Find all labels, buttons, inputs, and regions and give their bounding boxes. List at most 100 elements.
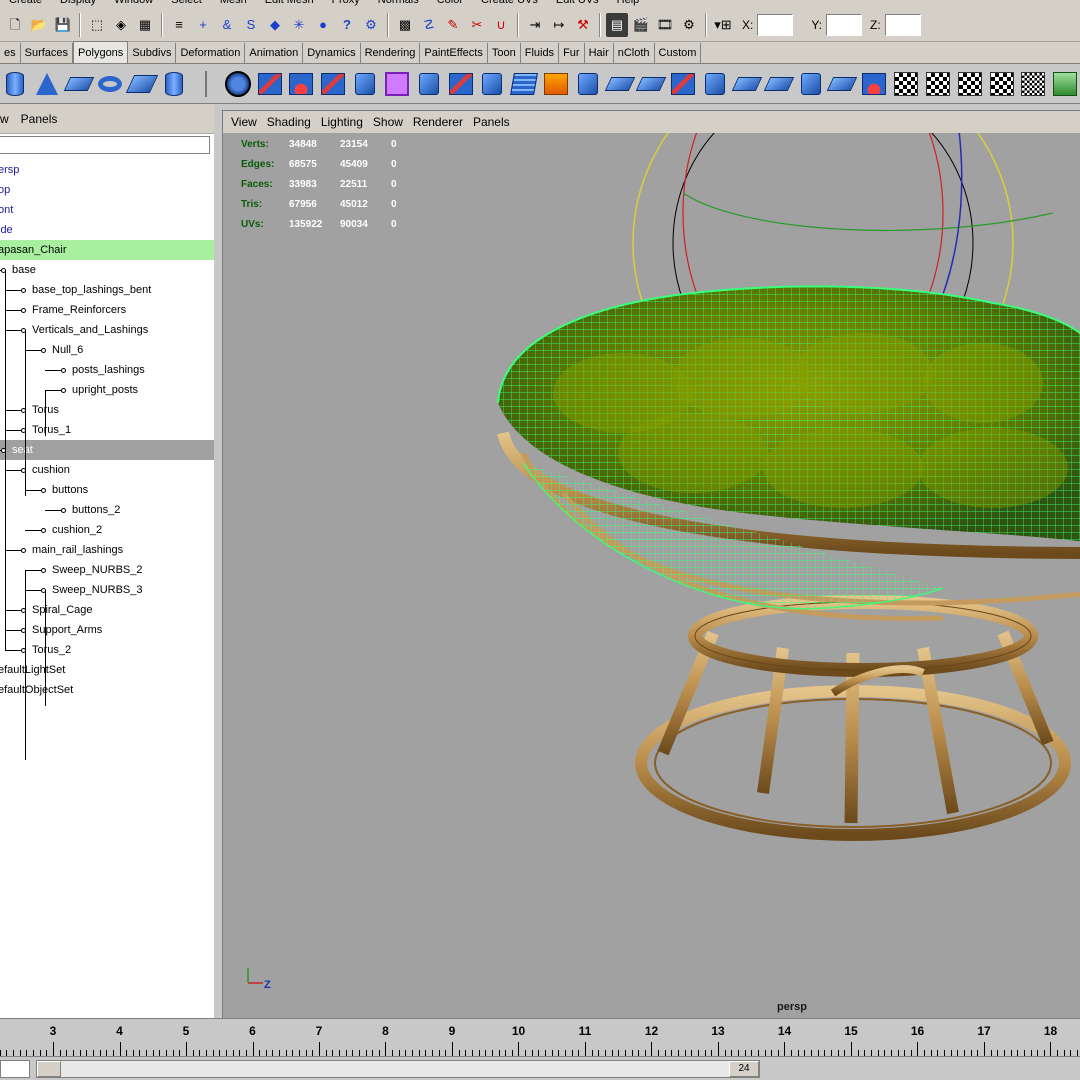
curve-mask-icon[interactable]: S: [240, 13, 262, 37]
range-handle-right[interactable]: 24: [729, 1061, 759, 1077]
poly-plane-icon[interactable]: [63, 68, 94, 100]
dynamics-mask-icon[interactable]: ●: [312, 13, 334, 37]
shelf-tab-fluids[interactable]: Fluids: [521, 43, 560, 63]
split-polygon-icon[interactable]: [446, 68, 476, 100]
ipr-render-icon[interactable]: 🎞: [654, 13, 676, 37]
poly-cone-icon[interactable]: [32, 68, 62, 100]
open-scene-icon[interactable]: 📂: [28, 13, 50, 37]
wedge-icon[interactable]: [636, 68, 667, 100]
poly-pipe-icon[interactable]: [159, 68, 189, 100]
shelf-tab-deformation[interactable]: Deformation: [176, 43, 246, 63]
menu-item-mesh[interactable]: Mesh: [211, 0, 256, 8]
render-mask-icon[interactable]: ⚙: [360, 13, 382, 37]
menu-item-proxy[interactable]: Proxy: [323, 0, 369, 8]
select-by-object-icon[interactable]: ◈: [110, 13, 132, 37]
viewport-menu-show[interactable]: Show: [373, 115, 403, 129]
poke-icon[interactable]: [668, 68, 698, 100]
output-connections-icon[interactable]: ↦: [548, 13, 570, 37]
outliner-item[interactable]: Torus_1: [0, 420, 214, 440]
render-settings-icon[interactable]: ⚙: [678, 13, 700, 37]
subdivide-icon[interactable]: [509, 68, 539, 100]
viewport-menu-panels[interactable]: Panels: [473, 115, 510, 129]
snap-surface-icon[interactable]: ✂: [466, 13, 488, 37]
outliner-item[interactable]: ont: [0, 200, 214, 220]
outliner-menu-panels[interactable]: Panels: [21, 112, 58, 126]
insert-edge-loop-icon[interactable]: [477, 68, 507, 100]
menu-item-window[interactable]: Window: [105, 0, 162, 8]
menu-item-help[interactable]: Help: [608, 0, 649, 8]
save-scene-icon[interactable]: 💾: [52, 13, 74, 37]
collapse-icon[interactable]: [731, 68, 763, 100]
snap-grid-icon[interactable]: ▩: [394, 13, 416, 37]
outliner-item[interactable]: ide: [0, 220, 214, 240]
uv-checker-2-icon[interactable]: [923, 68, 953, 100]
outliner-item[interactable]: Verticals_and_Lashings: [0, 320, 214, 340]
cylindrical-mapping-icon[interactable]: [827, 68, 858, 100]
bridge-icon[interactable]: [382, 68, 412, 100]
render-view-icon[interactable]: ▤: [606, 12, 628, 37]
outliner-item[interactable]: Sweep_NURBS_3: [0, 580, 214, 600]
shelf-tab-rendering[interactable]: Rendering: [361, 43, 421, 63]
mirror-icon[interactable]: [350, 68, 380, 100]
menu-item-select[interactable]: Select: [162, 0, 211, 8]
spherical-mapping-icon[interactable]: [859, 68, 889, 100]
viewport-canvas[interactable]: Verts: 34848 23154 0 Edges: 68575 45409 0 Faces:…: [223, 133, 1080, 1019]
outliner-item[interactable]: posts_lashings: [0, 360, 214, 380]
shelf-tab-polygons[interactable]: Polygons: [73, 41, 129, 63]
new-scene-icon[interactable]: 🗋: [4, 13, 26, 37]
merge-icon[interactable]: [700, 68, 730, 100]
snap-point-icon[interactable]: ✎: [442, 13, 464, 37]
snap-curve-icon[interactable]: ☡: [418, 13, 440, 37]
outliner-item[interactable]: buttons_2: [0, 500, 214, 520]
viewport-menu-view[interactable]: View: [231, 115, 257, 129]
papasan-chair-model[interactable]: [223, 133, 1080, 1019]
select-by-hierarchy-icon[interactable]: ⬚: [86, 13, 108, 37]
range-start-field[interactable]: [0, 1060, 30, 1078]
x-field[interactable]: [757, 13, 794, 36]
outliner-item[interactable]: apasan_Chair: [0, 240, 214, 260]
combine-icon[interactable]: [223, 68, 253, 100]
shelf-tab-custom[interactable]: Custom: [655, 43, 702, 63]
uv-layout-icon[interactable]: [1019, 68, 1049, 100]
outliner-menu-display[interactable]: w: [0, 112, 9, 126]
mask-menu-icon[interactable]: ≡: [168, 13, 190, 37]
outliner-item[interactable]: Null_6: [0, 340, 214, 360]
shelf-tab-dynamics[interactable]: Dynamics: [303, 43, 361, 63]
misc-mask-icon[interactable]: ?: [336, 13, 358, 37]
outliner-item[interactable]: cushion_2: [0, 520, 214, 540]
shelf-tab-painteffects[interactable]: PaintEffects: [420, 43, 488, 63]
surface-mask-icon[interactable]: ◆: [264, 13, 286, 37]
outliner-item[interactable]: base_top_lashings_bent: [0, 280, 214, 300]
magnet-icon[interactable]: ∪: [490, 13, 512, 37]
outliner-item[interactable]: cushion: [0, 460, 214, 480]
uv-checker-icon[interactable]: [891, 68, 921, 100]
menu-item-create-uvs[interactable]: Create UVs: [472, 0, 547, 8]
outliner-item[interactable]: efaultObjectSet: [0, 680, 214, 700]
menu-item-display[interactable]: Display: [51, 0, 105, 8]
outliner-filter-field[interactable]: [0, 136, 210, 154]
handle-mask-icon[interactable]: +: [192, 13, 214, 37]
shelf-tab-ncloth[interactable]: nCloth: [614, 43, 655, 63]
outliner-item[interactable]: Torus_2: [0, 640, 214, 660]
shelf-tab-hair[interactable]: Hair: [585, 43, 614, 63]
z-field[interactable]: [884, 13, 921, 36]
append-polygon-icon[interactable]: [414, 68, 444, 100]
outliner-item[interactable]: ersp: [0, 160, 214, 180]
planar-mapping-icon[interactable]: [796, 68, 826, 100]
menu-item-edit-uvs[interactable]: Edit UVs: [547, 0, 608, 8]
shelf-tab-surfaces[interactable]: Surfaces: [21, 43, 74, 63]
outliner-item[interactable]: efaultLightSet: [0, 660, 214, 680]
outliner-item[interactable]: Sweep_NURBS_2: [0, 560, 214, 580]
outliner-item[interactable]: Torus: [0, 400, 214, 420]
paint-tool-icon[interactable]: [1050, 68, 1080, 100]
extrude-icon[interactable]: [318, 68, 348, 100]
chamfer-icon[interactable]: [604, 68, 635, 100]
range-slider[interactable]: 24: [0, 1056, 1080, 1080]
poly-cylinder-icon[interactable]: [0, 68, 30, 100]
outliner-item[interactable]: upright_posts: [0, 380, 214, 400]
outliner-item[interactable]: buttons: [0, 480, 214, 500]
time-slider[interactable]: 3 4 5 6 7 8 9 10 11 12 13 14 15 16 17 18: [0, 1018, 1080, 1056]
extract-icon[interactable]: [573, 68, 603, 100]
menu-item-create[interactable]: Create: [0, 0, 51, 8]
shelf-tab-fur[interactable]: Fur: [559, 43, 585, 63]
